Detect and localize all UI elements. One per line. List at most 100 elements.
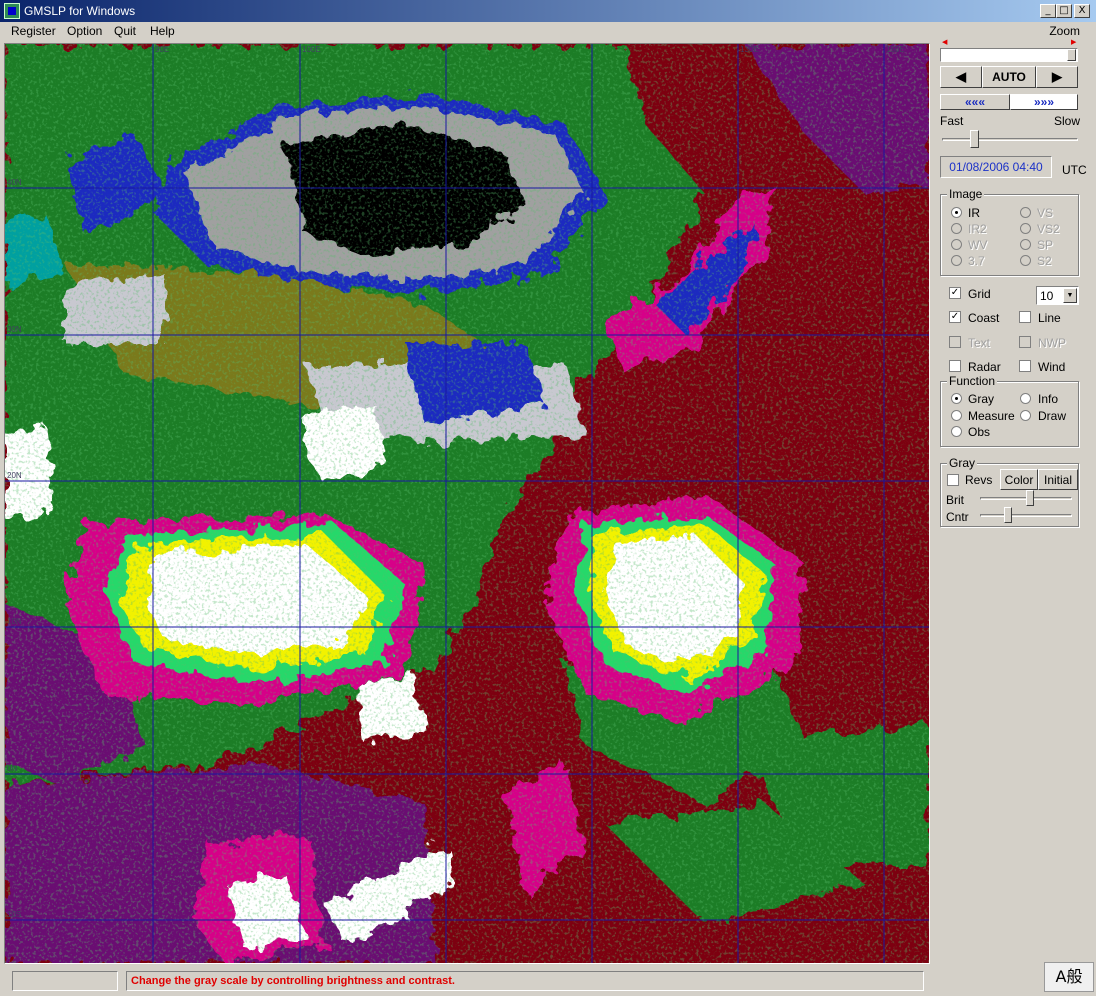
status-pane-left: [12, 971, 118, 991]
forward-button[interactable]: »»»: [1010, 94, 1078, 110]
lat-label: 0N: [7, 764, 17, 773]
status-pane-message: Change the gray scale by controlling bri…: [126, 971, 924, 991]
satellite-image: 40N 30N 20N 10N 0N 10S 90E 100E 130E 150…: [5, 44, 929, 963]
frame-position-slider[interactable]: [940, 48, 1078, 62]
gray-group-legend: Gray: [947, 456, 978, 470]
lon-label: 100E: [302, 45, 321, 54]
frame-slider-thumb[interactable]: [1067, 49, 1076, 61]
wind-label: Wind: [1038, 360, 1066, 374]
maximize-button[interactable]: □: [1056, 4, 1072, 18]
coast-checkbox[interactable]: ✓: [949, 311, 961, 323]
grid-checkbox[interactable]: ✓: [949, 287, 961, 299]
utc-label: UTC: [1062, 163, 1087, 177]
window-title: GMSLP for Windows: [24, 4, 136, 18]
nwp-checkbox[interactable]: [1019, 336, 1031, 348]
title-bar: GMSLP for Windows _ □ X: [0, 0, 1096, 22]
obs-radio[interactable]: [951, 426, 962, 437]
contrast-slider-track[interactable]: [980, 514, 1072, 517]
radio-icon[interactable]: [951, 255, 962, 266]
info-radio[interactable]: [1020, 393, 1031, 404]
datetime-display: 01/08/2006 04:40: [940, 156, 1052, 178]
radio-icon[interactable]: [1020, 207, 1031, 218]
satellite-image-view[interactable]: 40N 30N 20N 10N 0N 10S 90E 100E 130E 150…: [4, 43, 930, 964]
start-marker-icon: ◀: [942, 39, 948, 46]
line-label: Line: [1038, 311, 1061, 325]
lon-label: 90E: [155, 45, 169, 54]
contrast-slider-thumb[interactable]: [1003, 507, 1012, 523]
nwp-label: NWP: [1038, 336, 1066, 350]
info-label: Info: [1038, 392, 1059, 406]
image-group-legend: Image: [947, 187, 985, 201]
speed-slider-track[interactable]: [942, 138, 1078, 141]
brit-label: Brit: [946, 493, 964, 507]
next-frame-button[interactable]: ▶: [1036, 66, 1078, 88]
draw-label: Draw: [1038, 409, 1067, 423]
minimize-button[interactable]: _: [1040, 4, 1056, 18]
menu-option[interactable]: Option: [67, 24, 102, 38]
radio-icon[interactable]: [1020, 223, 1031, 234]
radio-icon[interactable]: [1020, 239, 1031, 250]
menu-bar: Register Option Quit Help Zoom: [0, 22, 1096, 40]
menu-quit[interactable]: Quit: [114, 24, 136, 38]
lat-label: 10N: [7, 617, 22, 626]
image-option-label: 3.7: [968, 254, 985, 268]
revs-label: Revs: [965, 473, 993, 487]
brightness-slider-thumb[interactable]: [1026, 490, 1035, 506]
obs-label: Obs: [968, 425, 991, 439]
close-button[interactable]: X: [1074, 4, 1090, 18]
radio-icon[interactable]: [951, 239, 962, 250]
radar-checkbox[interactable]: [949, 360, 961, 372]
auto-play-button[interactable]: AUTO: [982, 66, 1036, 88]
wind-checkbox[interactable]: [1019, 360, 1031, 372]
draw-radio[interactable]: [1020, 410, 1031, 421]
prev-frame-button[interactable]: ◀: [940, 66, 982, 88]
measure-radio[interactable]: [951, 410, 962, 421]
image-option-label: IR: [968, 206, 980, 220]
color-button[interactable]: Color: [1000, 469, 1038, 490]
radio-icon[interactable]: [951, 207, 962, 218]
slow-label: Slow: [1054, 114, 1081, 128]
lat-label: 10S: [7, 910, 21, 919]
chevron-down-icon[interactable]: ▼: [1063, 288, 1077, 303]
ime-label: A般: [1055, 967, 1083, 986]
lon-label: 150E: [886, 45, 905, 54]
line-checkbox[interactable]: [1019, 311, 1031, 323]
radar-label: Radar: [968, 360, 1001, 374]
status-message: Change the gray scale by controlling bri…: [131, 975, 455, 987]
image-option-label: S2: [1037, 254, 1052, 268]
function-group-legend: Function: [947, 374, 998, 388]
rewind-button[interactable]: «««: [940, 94, 1010, 110]
revs-checkbox[interactable]: [947, 474, 959, 486]
app-icon: [4, 3, 20, 19]
fast-label: Fast: [940, 114, 964, 128]
lat-label: 30N: [7, 325, 22, 334]
text-label: Text: [968, 336, 991, 350]
radio-icon[interactable]: [1020, 255, 1031, 266]
menu-help[interactable]: Help: [150, 24, 175, 38]
grid-label: Grid: [968, 287, 991, 301]
cntr-label: Cntr: [946, 510, 969, 524]
measure-label: Measure: [968, 409, 1015, 423]
text-checkbox[interactable]: [949, 336, 961, 348]
image-option-label: VS: [1037, 206, 1054, 220]
grid-spacing-select[interactable]: 10 ▼: [1036, 286, 1079, 305]
ime-indicator[interactable]: A般: [1044, 962, 1094, 992]
control-panel: ◀ ▶ ◀ AUTO ▶ ««« »»» Fast Slow 01/08/200…: [936, 39, 1087, 965]
end-marker-icon: ▶: [1071, 39, 1077, 46]
speed-slider-thumb[interactable]: [969, 130, 979, 148]
coast-label: Coast: [968, 311, 1000, 325]
image-option-label: VS2: [1037, 222, 1060, 236]
image-option-label: WV: [968, 238, 988, 252]
menu-register[interactable]: Register: [11, 24, 56, 38]
lat-label: 20N: [7, 471, 22, 480]
gray-radio[interactable]: [951, 393, 962, 404]
gray-label: Gray: [968, 392, 995, 406]
menu-zoom[interactable]: Zoom: [1049, 24, 1080, 38]
image-option-label: IR2: [968, 222, 987, 236]
radio-icon[interactable]: [951, 223, 962, 234]
image-option-label: SP: [1037, 238, 1054, 252]
grid-spacing-value: 10: [1040, 289, 1054, 303]
lat-label: 40N: [7, 178, 22, 187]
initial-button[interactable]: Initial: [1038, 469, 1078, 490]
status-bar: Change the gray scale by controlling bri…: [0, 968, 1096, 996]
